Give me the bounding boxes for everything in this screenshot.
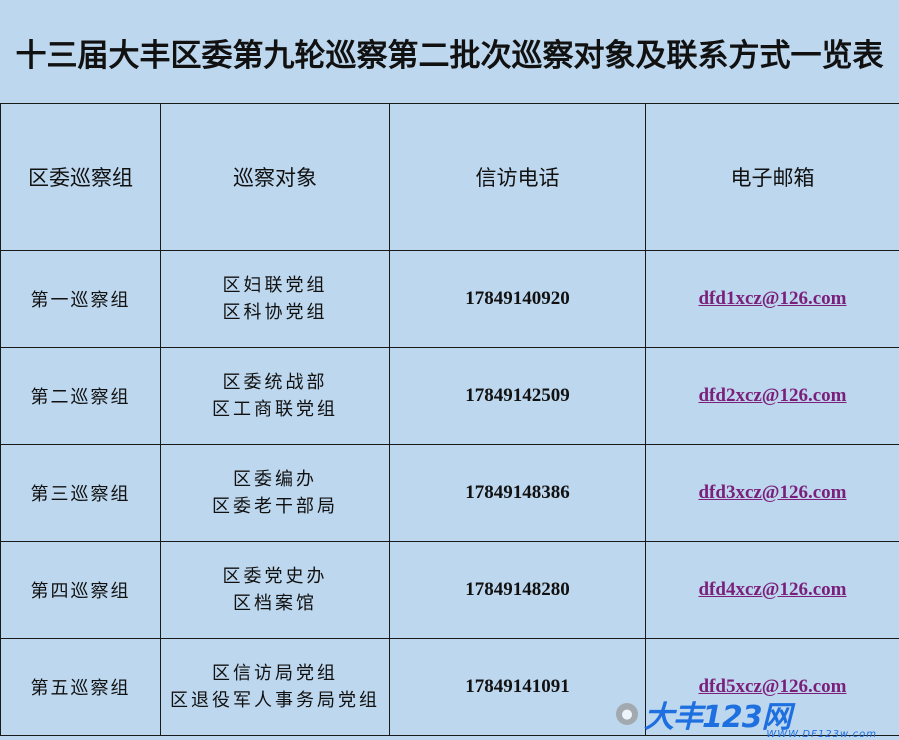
group-cell: 第一巡察组 xyxy=(0,250,161,348)
targets-cell: 区委编办 区委老干部局 xyxy=(160,444,390,542)
header-row: 区委巡察组 巡察对象 信访电话 电子邮箱 xyxy=(0,103,899,251)
email-cell: dfd1xcz@126.com xyxy=(645,250,899,348)
phone-cell: 17849148280 xyxy=(389,541,646,639)
contact-table: 区委巡察组 巡察对象 信访电话 电子邮箱 第一巡察组 区妇联党组 区科协党组 1… xyxy=(0,103,899,736)
title-bar: 十三届大丰区委第九轮巡察第二批次巡察对象及联系方式一览表 xyxy=(0,0,899,103)
email-cell: dfd2xcz@126.com xyxy=(645,347,899,445)
table-row: 第四巡察组 区委党史办 区档案馆 17849148280 dfd4xcz@126… xyxy=(0,541,899,639)
group-cell: 第四巡察组 xyxy=(0,541,161,639)
target-line: 区档案馆 xyxy=(233,593,317,614)
target-line: 区委统战部 xyxy=(222,372,328,393)
targets-cell: 区妇联党组 区科协党组 xyxy=(160,250,390,348)
wechat-icon: ● xyxy=(616,703,638,725)
target-line: 区委党史办 xyxy=(222,566,328,587)
watermark: ● 大丰123网 xyxy=(616,694,891,735)
target-line: 区科协党组 xyxy=(222,302,328,323)
email-link[interactable]: dfd3xcz@126.com xyxy=(698,482,846,503)
header-phone: 信访电话 xyxy=(389,103,646,251)
target-line: 区妇联党组 xyxy=(222,275,328,296)
phone-cell: 17849142509 xyxy=(389,347,646,445)
target-line: 区委老干部局 xyxy=(212,496,338,517)
header-email: 电子邮箱 xyxy=(645,103,899,251)
table-row: 第一巡察组 区妇联党组 区科协党组 17849140920 dfd1xcz@12… xyxy=(0,250,899,348)
group-cell: 第三巡察组 xyxy=(0,444,161,542)
target-line: 区工商联党组 xyxy=(212,399,338,420)
target-line: 区委编办 xyxy=(233,469,317,490)
page-title: 十三届大丰区委第九轮巡察第二批次巡察对象及联系方式一览表 xyxy=(15,38,884,74)
email-link[interactable]: dfd4xcz@126.com xyxy=(698,579,846,600)
header-targets: 巡察对象 xyxy=(160,103,390,251)
email-cell: dfd3xcz@126.com xyxy=(645,444,899,542)
header-group: 区委巡察组 xyxy=(0,103,161,251)
table-row: 第二巡察组 区委统战部 区工商联党组 17849142509 dfd2xcz@1… xyxy=(0,347,899,445)
target-line: 区退役军人事务局党组 xyxy=(170,690,380,711)
phone-cell: 17849141091 xyxy=(389,638,646,736)
targets-cell: 区委党史办 区档案馆 xyxy=(160,541,390,639)
watermark-url: WWW.DF123w.com xyxy=(766,729,877,740)
target-line: 区信访局党组 xyxy=(212,663,338,684)
group-cell: 第五巡察组 xyxy=(0,638,161,736)
group-cell: 第二巡察组 xyxy=(0,347,161,445)
email-link[interactable]: dfd2xcz@126.com xyxy=(698,385,846,406)
targets-cell: 区委统战部 区工商联党组 xyxy=(160,347,390,445)
targets-cell: 区信访局党组 区退役军人事务局党组 xyxy=(160,638,390,736)
phone-cell: 17849148386 xyxy=(389,444,646,542)
email-cell: dfd4xcz@126.com xyxy=(645,541,899,639)
email-link[interactable]: dfd1xcz@126.com xyxy=(698,288,846,309)
phone-cell: 17849140920 xyxy=(389,250,646,348)
table-row: 第三巡察组 区委编办 区委老干部局 17849148386 dfd3xcz@12… xyxy=(0,444,899,542)
